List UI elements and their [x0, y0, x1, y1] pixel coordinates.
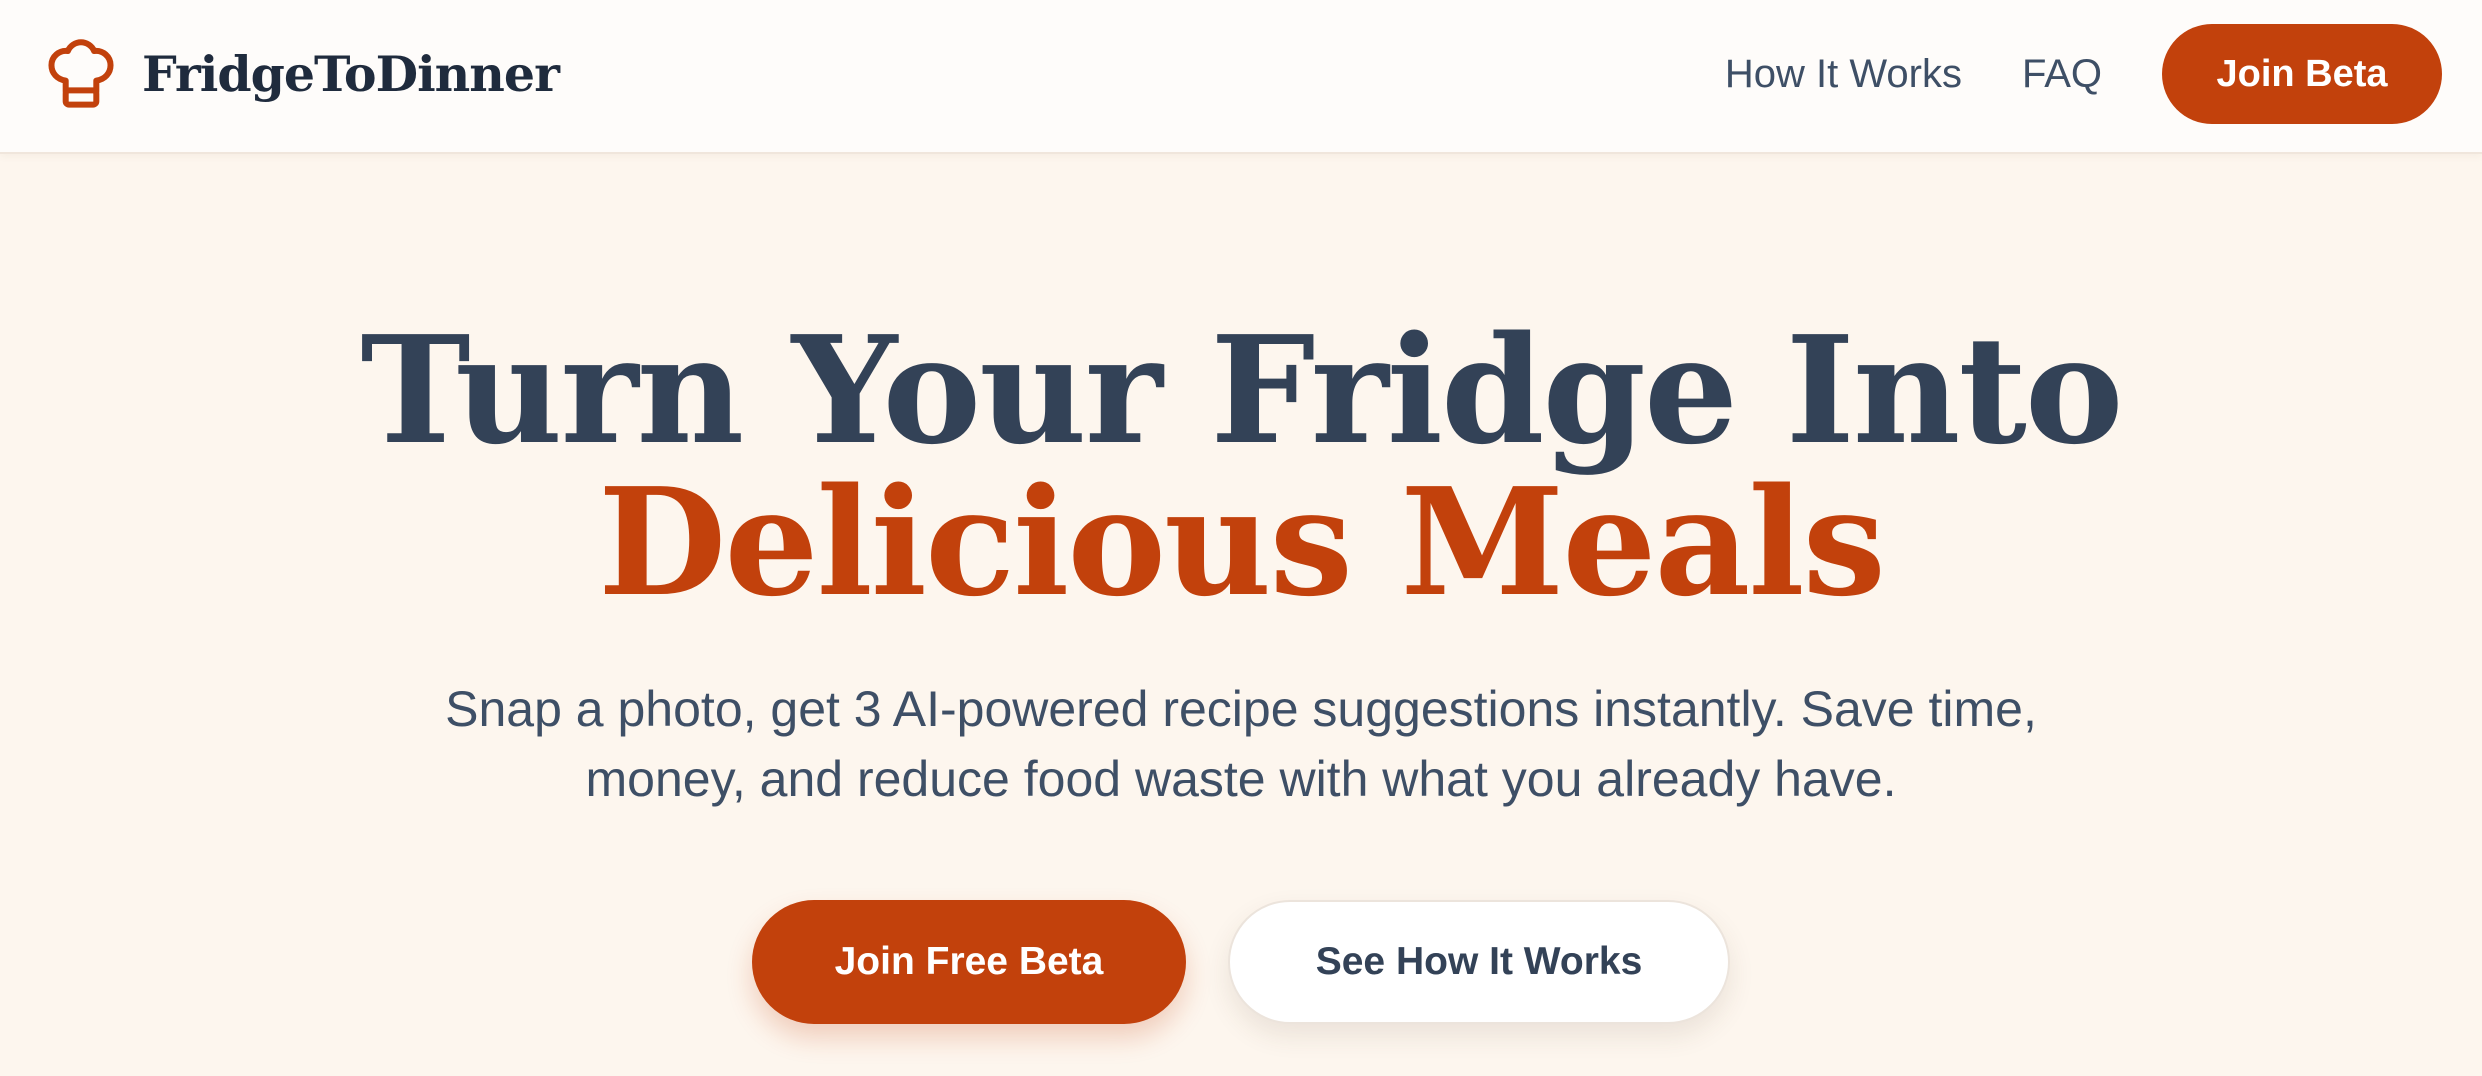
hero-title-line-2: Delicious Meals: [598, 455, 1886, 629]
nav-link-how-it-works[interactable]: How It Works: [1725, 52, 1962, 97]
brand-logo-link[interactable]: FridgeToDinner: [46, 36, 560, 112]
landing-page: FridgeToDinner How It Works FAQ Join Bet…: [0, 0, 2482, 1076]
see-how-it-works-button[interactable]: See How It Works: [1228, 900, 1730, 1024]
nav-link-faq[interactable]: FAQ: [2022, 52, 2102, 97]
hero-title-line-1: Turn Your Fridge Into: [360, 303, 2123, 477]
join-free-beta-button[interactable]: Join Free Beta: [752, 900, 1186, 1024]
site-header: FridgeToDinner How It Works FAQ Join Bet…: [0, 0, 2482, 154]
hero-section: Turn Your Fridge Into Delicious Meals Sn…: [0, 156, 2482, 1076]
hero-title: Turn Your Fridge Into Delicious Meals: [0, 314, 2482, 618]
chef-hat-icon: [48, 39, 114, 108]
join-beta-button[interactable]: Join Beta: [2162, 24, 2442, 124]
main-nav: How It Works FAQ Join Beta: [1725, 24, 2442, 124]
hero-subtitle: Snap a photo, get 3 AI-powered recipe su…: [445, 681, 2037, 807]
brand-name: FridgeToDinner: [142, 45, 560, 103]
hero-actions: Join Free Beta See How It Works: [0, 900, 2482, 1024]
